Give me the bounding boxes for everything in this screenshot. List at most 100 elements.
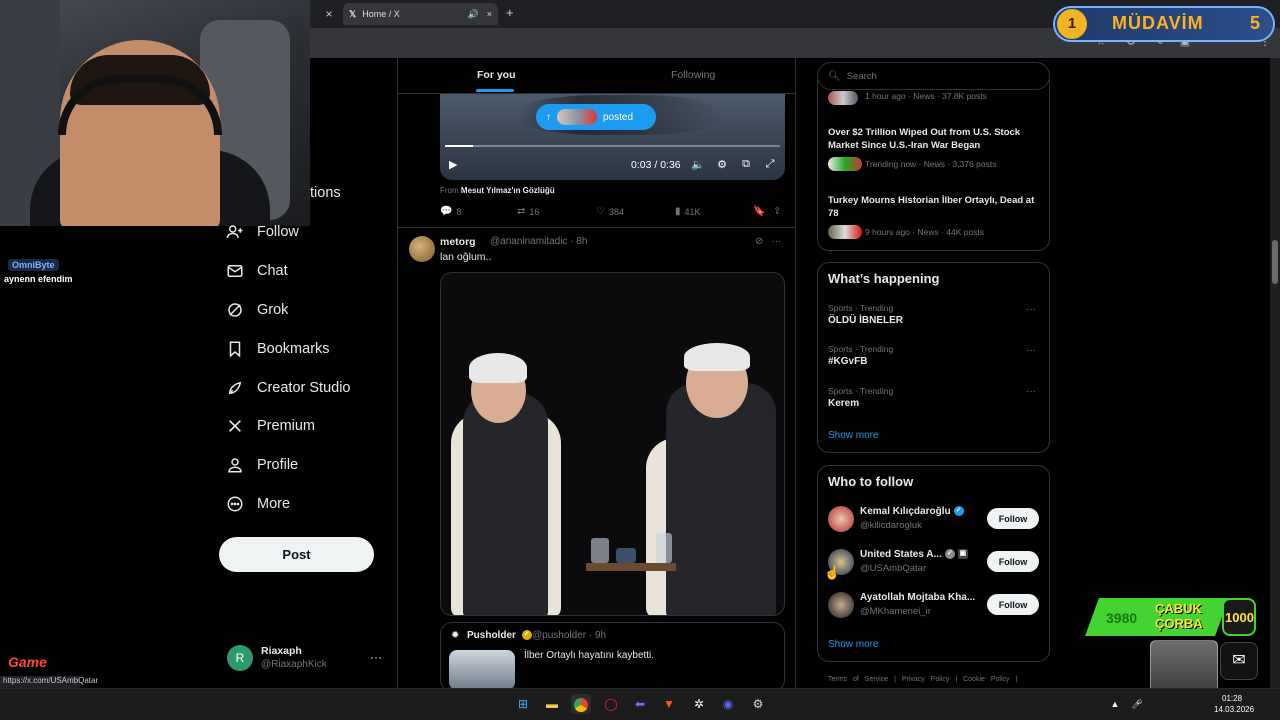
tweet-author-name[interactable]: metorg bbox=[440, 236, 476, 248]
nav-item-profile[interactable]: Profile bbox=[225, 451, 298, 479]
close-tab-icon[interactable]: × bbox=[320, 5, 338, 23]
nav-item-premium[interactable]: Premium bbox=[225, 412, 315, 440]
windows-start-icon[interactable]: ⊞ bbox=[513, 694, 533, 714]
tweet-more-icon[interactable]: ⊘ ··· bbox=[755, 236, 781, 247]
clock-time[interactable]: 01:28 bbox=[1222, 694, 1242, 703]
cup bbox=[616, 548, 636, 563]
show-more-link[interactable]: Show more bbox=[828, 639, 879, 650]
bookmark-icon: 🔖 bbox=[753, 206, 766, 217]
footer-links[interactable]: Terms of Service | Privacy Policy | Cook… bbox=[828, 676, 1017, 683]
avatar[interactable]: R bbox=[227, 645, 253, 671]
discord-icon[interactable]: ◉ bbox=[718, 694, 738, 714]
trend-name[interactable]: #KGvFB bbox=[828, 356, 867, 367]
nav-item-follow[interactable]: Follow bbox=[225, 218, 299, 246]
avatar[interactable] bbox=[409, 236, 435, 262]
scrollbar-thumb[interactable] bbox=[1272, 240, 1278, 284]
posted-label: posted bbox=[603, 111, 634, 123]
nav-label: Chat bbox=[257, 263, 288, 279]
tweet-author-handle[interactable]: @ananinamitadic · 8h bbox=[490, 236, 587, 247]
app-icon[interactable]: ⬅ bbox=[630, 694, 650, 714]
follow-button[interactable]: Follow bbox=[987, 551, 1039, 572]
man-right-hair bbox=[684, 343, 750, 371]
carafe bbox=[656, 533, 672, 563]
file-explorer-icon[interactable]: ▬ bbox=[542, 694, 562, 714]
follow-button[interactable]: Follow bbox=[987, 594, 1039, 615]
post-button[interactable]: Post bbox=[219, 537, 374, 572]
nav-label: Grok bbox=[257, 302, 289, 318]
tray-arrow-icon[interactable]: ▲ bbox=[1108, 697, 1122, 711]
tweet-photo[interactable] bbox=[440, 272, 785, 616]
repost-button[interactable]: ⇄ 16 bbox=[517, 206, 539, 217]
tab-for-you[interactable]: For you bbox=[477, 69, 516, 81]
nav-label: Creator Studio bbox=[257, 380, 351, 396]
chrome-icon[interactable] bbox=[571, 694, 591, 714]
follow-button[interactable]: Follow bbox=[987, 508, 1039, 529]
video-progress-track[interactable] bbox=[445, 145, 780, 147]
new-tab-button[interactable]: + bbox=[506, 5, 514, 20]
clock-date[interactable]: 14.03.2026 bbox=[1214, 705, 1254, 714]
like-button[interactable]: ♡ 384 bbox=[596, 206, 624, 217]
grok-icon[interactable]: ⊘ bbox=[755, 236, 763, 247]
news-meta: 9 hours ago · News · 44K posts bbox=[865, 227, 985, 237]
speaker-icon[interactable]: 🔊 bbox=[468, 9, 479, 20]
chatgpt-icon[interactable]: ✲ bbox=[689, 694, 709, 714]
follow-name[interactable]: Kemal Kılıçdaroğlu ✓ bbox=[860, 506, 964, 517]
tab-title: Home / X bbox=[362, 9, 400, 19]
news-item-title[interactable]: Turkey Mourns Historian İlber Ortaylı, D… bbox=[828, 194, 1038, 220]
brave-icon[interactable]: ▼ bbox=[659, 694, 679, 714]
tab-following[interactable]: Following bbox=[671, 69, 715, 81]
video-progress-fill bbox=[445, 145, 473, 147]
nav-item-bookmarks[interactable]: Bookmarks bbox=[225, 335, 330, 363]
quote-thumbnail[interactable] bbox=[449, 650, 515, 690]
chart-icon: ▮ bbox=[675, 206, 681, 217]
popout-icon[interactable]: ⧉ bbox=[739, 158, 753, 171]
share-button[interactable]: ⇪ bbox=[773, 206, 785, 217]
from-prefix: From bbox=[440, 186, 459, 195]
nav-item-grok[interactable]: Grok bbox=[225, 296, 288, 324]
scrollbar[interactable] bbox=[1270, 58, 1280, 688]
man-left-hair bbox=[469, 353, 527, 383]
settings-icon[interactable]: ⚙ bbox=[748, 694, 768, 714]
new-posts-pill[interactable]: ↑ posted bbox=[536, 104, 656, 130]
more-icon[interactable]: ··· bbox=[1026, 304, 1036, 315]
search-placeholder: Search bbox=[846, 70, 877, 82]
volume-icon[interactable]: 🔈 bbox=[691, 158, 705, 171]
avatar[interactable] bbox=[828, 592, 854, 618]
trend-name[interactable]: Kerem bbox=[828, 398, 859, 409]
reply-button[interactable]: 💬 8 bbox=[440, 206, 461, 217]
opera-icon[interactable]: ◯ bbox=[601, 694, 621, 714]
nav-item-creator-studio[interactable]: Creator Studio bbox=[225, 374, 351, 402]
mail-icon bbox=[225, 261, 245, 281]
microphone-icon[interactable]: 🎤︎ bbox=[1130, 697, 1144, 711]
search-input[interactable]: 🔍︎ Search bbox=[817, 62, 1050, 90]
news-item-title[interactable]: Over $2 Trillion Wiped Out from U.S. Sto… bbox=[828, 126, 1038, 152]
more-icon[interactable]: ··· bbox=[1026, 345, 1036, 356]
tab-indicator bbox=[476, 89, 514, 92]
nav-item-notifications[interactable]: tions bbox=[310, 185, 341, 201]
avatar[interactable] bbox=[828, 506, 854, 532]
play-icon[interactable]: ▶ bbox=[449, 158, 457, 171]
bulb-icon: ✹ bbox=[451, 630, 460, 641]
follow-name[interactable]: United States A... ✓ ▣ bbox=[860, 549, 968, 560]
close-tab-icon[interactable]: × bbox=[487, 9, 492, 19]
show-more-link[interactable]: Show more bbox=[828, 430, 879, 441]
more-icon[interactable]: ··· bbox=[1026, 386, 1036, 397]
browser-tab-home[interactable]: 𝕏 Home / X 🔊 × bbox=[343, 3, 498, 25]
follow-name[interactable]: Ayatollah Mojtaba Kha... bbox=[860, 592, 975, 603]
bookmark-button[interactable]: 🔖 bbox=[753, 206, 769, 217]
account-name[interactable]: Riaxaph bbox=[261, 645, 302, 657]
fullscreen-icon[interactable]: ⤢ bbox=[763, 158, 777, 171]
trend-name[interactable]: ÖLDÜ İBNELER bbox=[828, 315, 903, 326]
news-meta: Trending now · News · 3,376 posts bbox=[865, 159, 997, 169]
nav-item-chat[interactable]: Chat bbox=[225, 257, 288, 285]
settings-icon[interactable]: ⚙ bbox=[715, 158, 729, 171]
quote-author-name[interactable]: Pusholder ✓ bbox=[467, 630, 532, 641]
more-icon[interactable]: ··· bbox=[771, 236, 781, 247]
nav-item-more[interactable]: More bbox=[225, 490, 290, 518]
messages-icon[interactable]: ✉ bbox=[1220, 642, 1258, 680]
more-icon[interactable]: ··· bbox=[370, 650, 382, 664]
from-name[interactable]: Mesut Yılmaz'ın Gözlüğü bbox=[461, 186, 555, 195]
views-button[interactable]: ▮ 41K bbox=[675, 206, 701, 217]
video-source[interactable]: From Mesut Yılmaz'ın Gözlüğü bbox=[440, 186, 555, 195]
status-url: https://x.com/USAmbQatar bbox=[0, 676, 98, 688]
